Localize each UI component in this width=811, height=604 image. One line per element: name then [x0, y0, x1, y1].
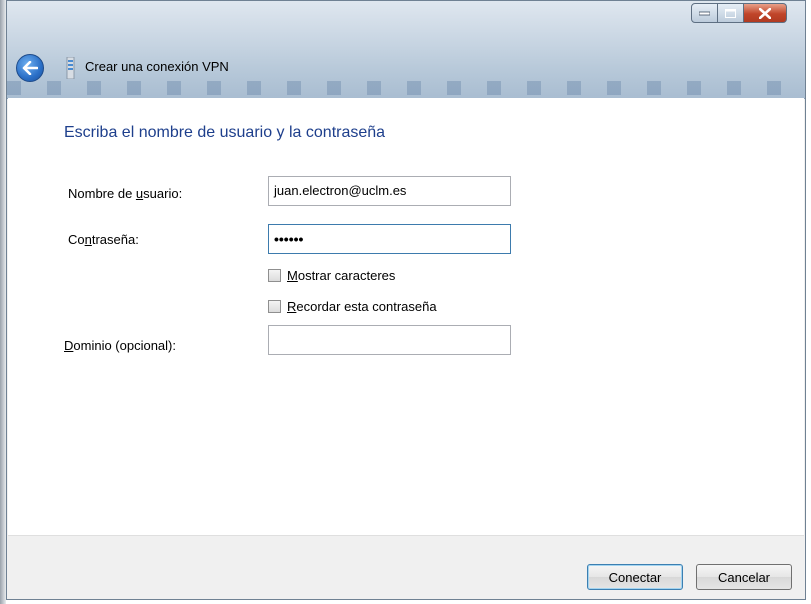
minimize-icon	[699, 11, 710, 16]
username-label: Nombre de usuario:	[68, 186, 182, 201]
username-input[interactable]: juan.electron@uclm.es	[268, 176, 511, 206]
remember-password-label: Recordar esta contraseña	[287, 299, 437, 314]
title-bar: Crear una conexión VPN	[7, 1, 805, 99]
password-label-accesskey: n	[84, 232, 92, 247]
username-label-text-end: suario:	[143, 186, 183, 201]
remember-password-row[interactable]: Recordar esta contraseña	[268, 299, 437, 314]
back-arrow-icon	[22, 61, 38, 75]
maximize-icon	[725, 8, 736, 18]
minimize-button[interactable]	[691, 3, 718, 23]
vpn-connection-icon	[66, 57, 75, 79]
vpn-dialog-window: Crear una conexión VPN Escriba el nombre…	[6, 0, 806, 600]
username-label-text: Nombre de	[68, 186, 136, 201]
navigation-row: Crear una conexión VPN	[7, 49, 805, 89]
show-characters-accesskey: M	[287, 268, 298, 283]
page-heading: Escriba el nombre de usuario y la contra…	[64, 124, 386, 141]
password-label-text: Co	[68, 232, 85, 247]
password-input[interactable]: ••••••	[268, 224, 511, 254]
domain-input[interactable]	[268, 325, 511, 355]
domain-label-text: ominio (opcional):	[73, 338, 176, 353]
domain-label: Dominio (opcional):	[64, 338, 176, 353]
connect-button[interactable]: Conectar	[587, 564, 683, 590]
window-title: Crear una conexión VPN	[85, 59, 229, 74]
close-button[interactable]	[744, 3, 787, 23]
password-label: Contraseña:	[68, 232, 139, 247]
back-button[interactable]	[16, 54, 44, 82]
remember-password-checkbox[interactable]	[268, 300, 281, 313]
domain-label-accesskey: D	[64, 338, 74, 353]
show-characters-checkbox[interactable]	[268, 269, 281, 282]
remember-password-accesskey: R	[287, 299, 297, 314]
show-characters-label-text: ostrar caracteres	[297, 268, 396, 283]
maximize-button[interactable]	[718, 3, 744, 23]
show-characters-row[interactable]: Mostrar caracteres	[268, 268, 395, 283]
dialog-content: Escriba el nombre de usuario y la contra…	[8, 98, 804, 535]
cancel-button[interactable]: Cancelar	[696, 564, 792, 590]
close-icon	[759, 7, 771, 19]
remember-password-label-text: ecordar esta contraseña	[296, 299, 437, 314]
password-label-text-end: traseña:	[91, 232, 139, 247]
caption-buttons	[691, 3, 787, 25]
show-characters-label: Mostrar caracteres	[287, 268, 395, 283]
dialog-footer: Conectar Cancelar	[8, 535, 804, 598]
